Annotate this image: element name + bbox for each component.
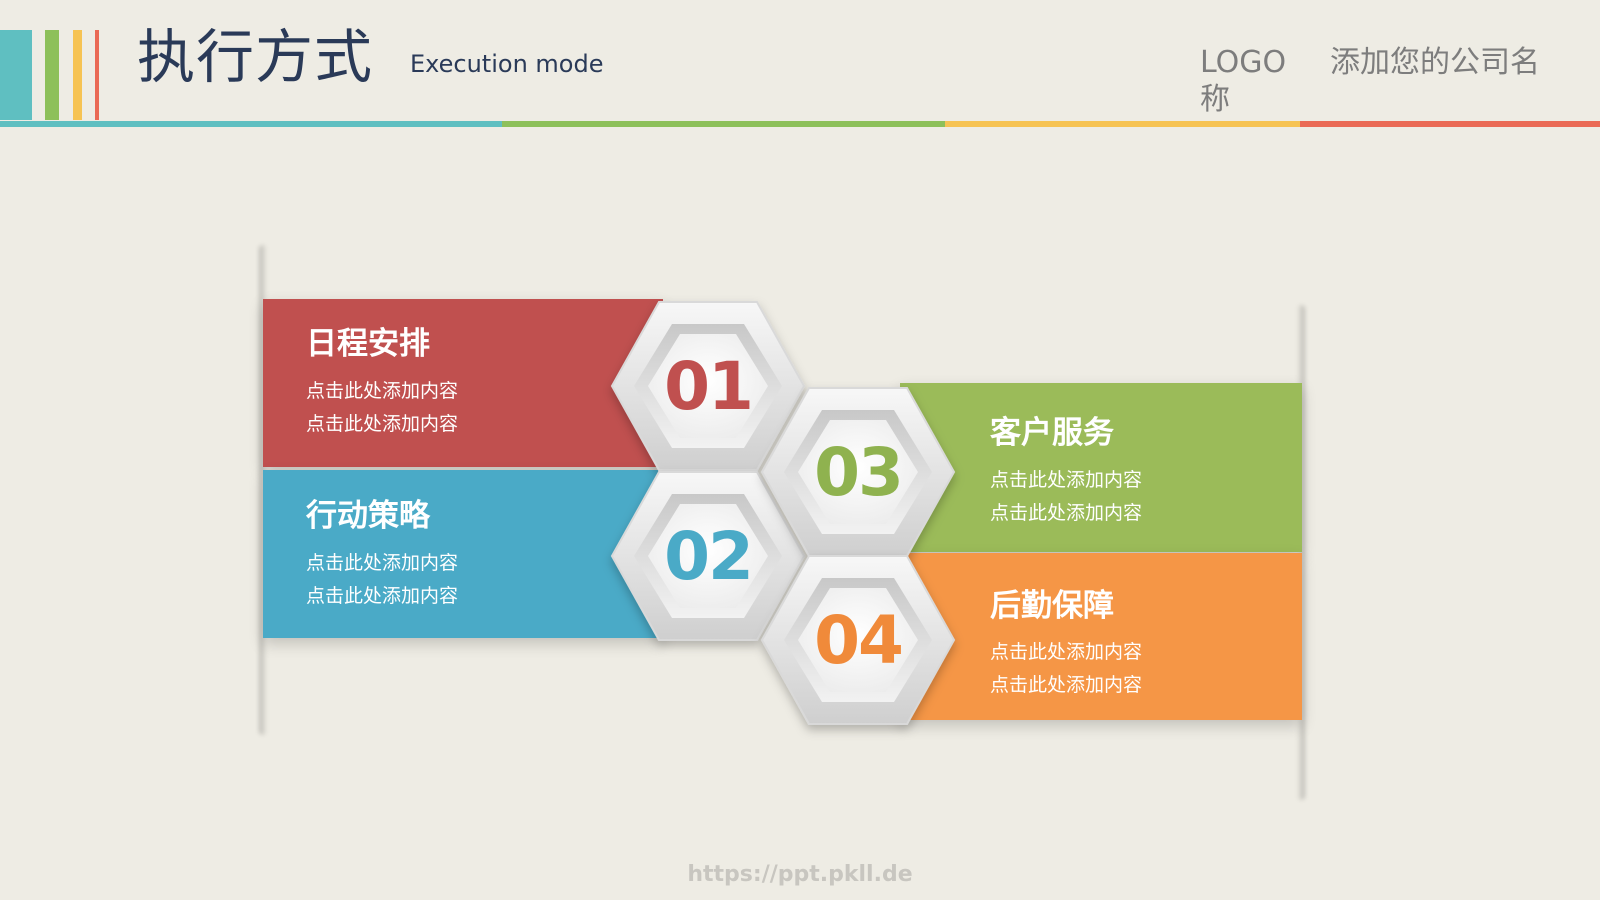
header-rule-yellow: [945, 121, 1300, 127]
step-02-line-1: 点击此处添加内容: [306, 552, 459, 574]
header-rule-green: [502, 121, 945, 127]
step-04-title: 后勤保障: [990, 588, 1114, 624]
step-03-line-1: 点击此处添加内容: [990, 469, 1143, 491]
step-04-number: 04: [814, 601, 904, 679]
company-name: 添加您的公司名: [1330, 45, 1540, 80]
page-subtitle: Execution mode: [410, 50, 604, 78]
step-01-line-1: 点击此处添加内容: [306, 380, 459, 402]
accent-stripe-red: [95, 30, 99, 120]
accent-stripe-yellow: [73, 30, 82, 120]
header-rule-teal: [0, 121, 502, 127]
header-rule-red: [1300, 121, 1600, 127]
footer-url: https://ppt.pkll.de: [687, 862, 913, 887]
logo-placeholder: LOGO 称: [1200, 45, 1287, 117]
hex-badge-03: 03: [760, 384, 956, 560]
band-step-03: [900, 383, 1302, 552]
step-04-line-2: 点击此处添加内容: [990, 674, 1143, 696]
step-02-title: 行动策略: [306, 498, 430, 534]
step-02-line-2: 点击此处添加内容: [306, 585, 459, 607]
step-03-line-2: 点击此处添加内容: [990, 502, 1143, 524]
step-03-number: 03: [814, 433, 904, 511]
page-title: 执行方式: [137, 23, 374, 91]
step-01-line-2: 点击此处添加内容: [306, 413, 459, 435]
accent-stripe-teal: [0, 30, 32, 120]
accent-stripe-green: [45, 30, 59, 120]
step-04-line-1: 点击此处添加内容: [990, 641, 1143, 663]
hex-badge-04: 04: [760, 552, 956, 728]
step-01-title: 日程安排: [306, 326, 430, 362]
step-03-title: 客户服务: [990, 415, 1114, 451]
